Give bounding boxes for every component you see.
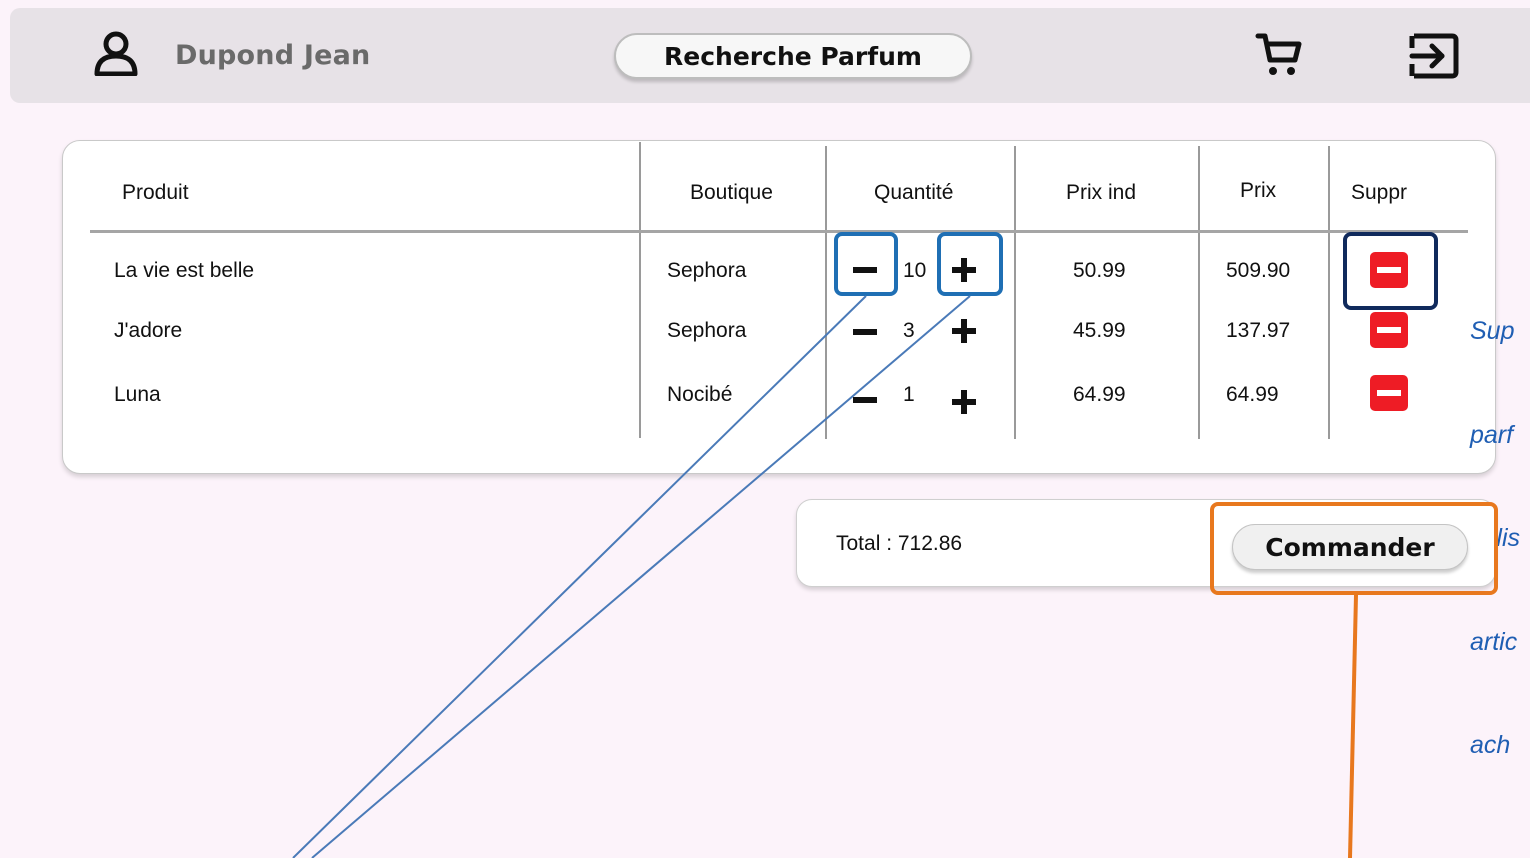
decrease-connector-line xyxy=(292,295,867,858)
order-connector-line xyxy=(1348,594,1358,858)
annotation-connectors xyxy=(292,295,1358,858)
increase-connector-line xyxy=(311,295,971,858)
